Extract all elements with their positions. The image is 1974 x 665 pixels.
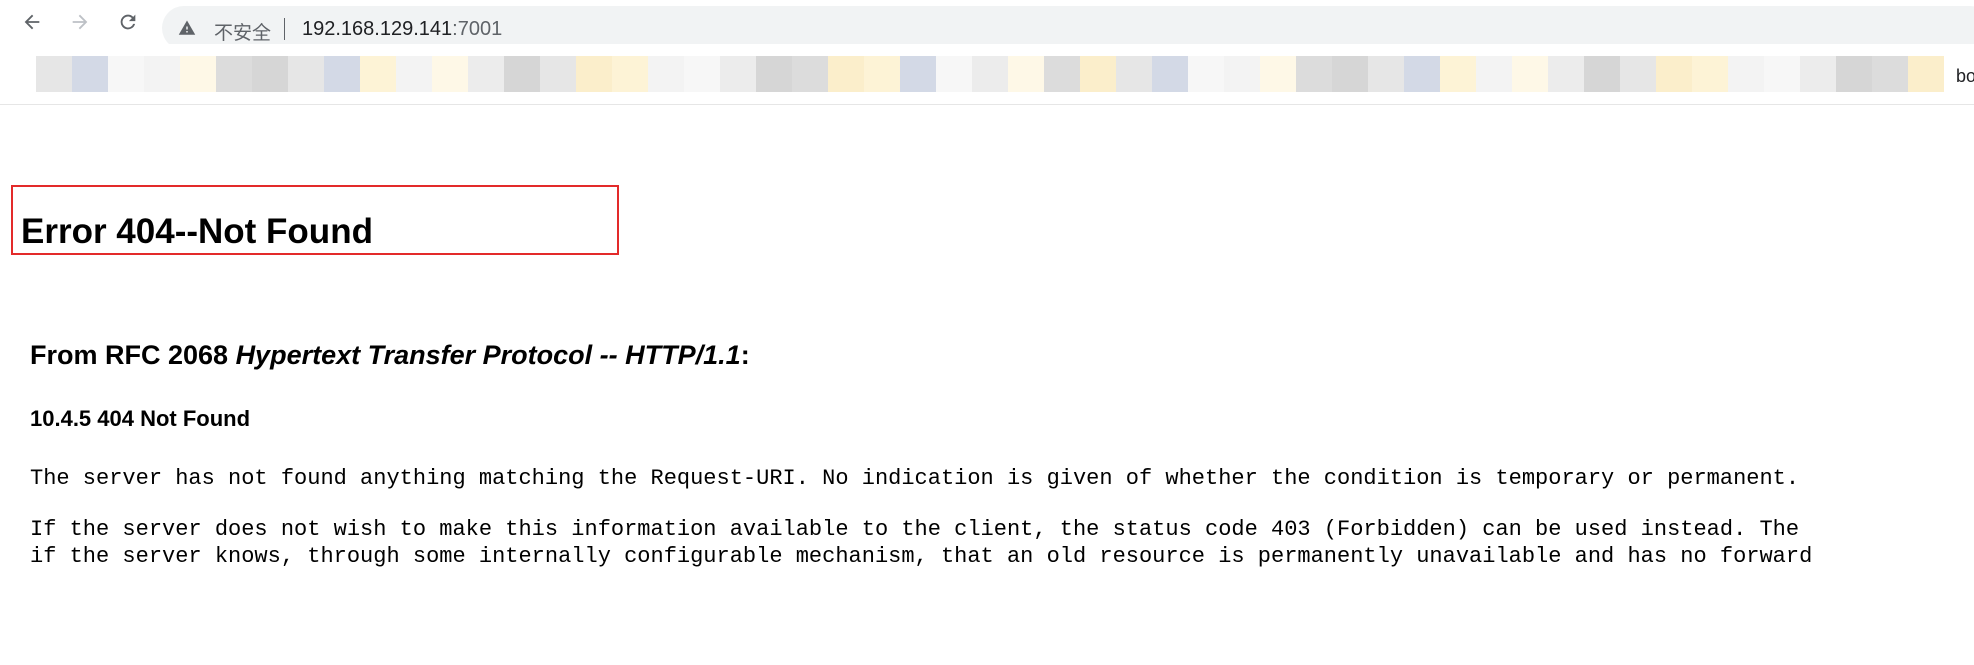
blurred-bookmark-cell	[1116, 56, 1152, 92]
blurred-bookmark-cell	[1008, 56, 1044, 92]
blurred-bookmark-cell	[72, 56, 108, 92]
back-arrow-icon	[24, 14, 40, 30]
blurred-bookmark-cell	[1224, 56, 1260, 92]
blurred-bookmark-cell	[1836, 56, 1872, 92]
blurred-bookmark-cell	[1728, 56, 1764, 92]
forward-arrow-icon	[72, 14, 88, 30]
url-host: 192.168.129.141	[302, 18, 453, 40]
blurred-bookmark-cell	[432, 56, 468, 92]
blurred-bookmark-cell	[792, 56, 828, 92]
url-separator	[284, 18, 285, 40]
blurred-bookmark-cell	[396, 56, 432, 92]
blurred-bookmark-cell	[1620, 56, 1656, 92]
blurred-bookmark-cell	[1908, 56, 1944, 92]
blurred-bookmark-cell	[1512, 56, 1548, 92]
blurred-bookmark-cell	[324, 56, 360, 92]
blurred-bookmark-cell	[1404, 56, 1440, 92]
not-secure-label[interactable]: 不安全	[214, 18, 271, 45]
blurred-bookmark-cell	[1152, 56, 1188, 92]
blurred-bookmark-cell	[1188, 56, 1224, 92]
blurred-bookmark-cell	[360, 56, 396, 92]
blurred-bookmark-cell	[468, 56, 504, 92]
blurred-bookmark-cell	[1548, 56, 1584, 92]
blurred-bookmark-cell	[540, 56, 576, 92]
rfc-prefix: From RFC 2068	[30, 340, 236, 370]
blurred-bookmark-cell	[576, 56, 612, 92]
reload-icon	[120, 14, 136, 30]
blurred-bookmark-cell	[756, 56, 792, 92]
blurred-bookmark-cell	[180, 56, 216, 92]
blurred-bookmark-cell	[1476, 56, 1512, 92]
blurred-bookmark-cell	[864, 56, 900, 92]
forward-button[interactable]	[66, 8, 94, 36]
section-heading: 10.4.5 404 Not Found	[30, 406, 251, 431]
blurred-bookmark-cell	[36, 56, 72, 92]
blurred-bookmark-cell	[1692, 56, 1728, 92]
paragraph-not-found: The server has not found anything matchi…	[30, 466, 1800, 491]
url-port: :7001	[452, 18, 503, 40]
blurred-bookmark-cell	[216, 56, 252, 92]
blurred-bookmark-cell	[1080, 56, 1116, 92]
blurred-bookmark-cell	[504, 56, 540, 92]
url-text[interactable]: 192.168.129.141:7001	[302, 18, 502, 41]
blurred-bookmark-cell	[1764, 56, 1800, 92]
blurred-bookmark-cell	[900, 56, 936, 92]
blurred-bookmark-cell	[612, 56, 648, 92]
blurred-bookmark-cell	[1440, 56, 1476, 92]
blurred-bookmark-cell	[1260, 56, 1296, 92]
paragraph-forbidden-line1: If the server does not wish to make this…	[30, 517, 1800, 542]
blurred-bookmark-cell	[252, 56, 288, 92]
warning-triangle-icon[interactable]	[178, 19, 196, 37]
bookmark-item[interactable]: bo	[1956, 66, 1974, 87]
browser-toolbar: 不安全 192.168.129.141:7001	[0, 0, 1974, 50]
bookmarks-bar: bo	[0, 44, 1974, 105]
blurred-bookmark-cell	[108, 56, 144, 92]
reload-button[interactable]	[114, 8, 142, 36]
rfc-suffix: :	[740, 340, 750, 370]
blurred-bookmark-cell	[648, 56, 684, 92]
blurred-bookmark-cell	[972, 56, 1008, 92]
blurred-bookmark-cell	[1296, 56, 1332, 92]
blurred-bookmark-cell	[684, 56, 720, 92]
page-title: Error 404--Not Found	[21, 212, 373, 251]
blurred-bookmark-cell	[720, 56, 756, 92]
back-button[interactable]	[18, 8, 46, 36]
blurred-bookmark-cell	[1044, 56, 1080, 92]
blurred-bookmark-cell	[1368, 56, 1404, 92]
blurred-bookmark-cell	[1800, 56, 1836, 92]
blurred-bookmark-cell	[144, 56, 180, 92]
paragraph-forbidden-line2: if the server knows, through some intern…	[30, 544, 1813, 569]
blurred-bookmark-cell	[288, 56, 324, 92]
rfc-heading: From RFC 2068 Hypertext Transfer Protoco…	[30, 340, 750, 371]
blurred-bookmark-cell	[1332, 56, 1368, 92]
blurred-bookmark-cell	[828, 56, 864, 92]
blurred-bookmark-cell	[1872, 56, 1908, 92]
rfc-title: Hypertext Transfer Protocol -- HTTP/1.1	[235, 340, 741, 370]
blurred-bookmark-cell	[1656, 56, 1692, 92]
blurred-bookmark-cell	[936, 56, 972, 92]
blurred-bookmark-cell	[1584, 56, 1620, 92]
